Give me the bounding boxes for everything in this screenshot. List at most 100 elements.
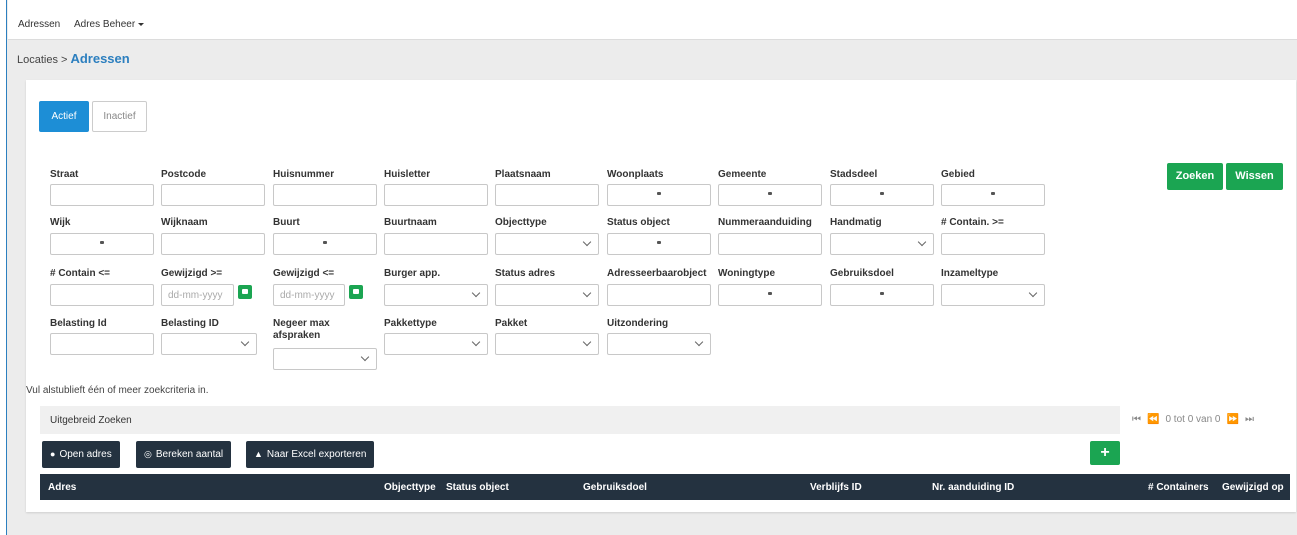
chevron-down-icon — [240, 337, 250, 347]
export-icon: ▲ — [254, 449, 263, 459]
label-status-object: Status object — [607, 217, 670, 228]
column-status-object[interactable]: Status object — [446, 482, 509, 493]
postcode-input[interactable] — [161, 184, 265, 206]
chevron-down-icon — [582, 337, 592, 347]
breadcrumb-parent[interactable]: Locaties > — [17, 54, 67, 66]
chevron-down-icon — [471, 337, 481, 347]
bereken-aantal-label: Bereken aantal — [155, 449, 224, 460]
straat-input[interactable] — [50, 184, 154, 206]
dropdown-marker-icon — [880, 292, 884, 295]
column-gewijzigd-op[interactable]: Gewijzigd op — [1222, 482, 1284, 493]
handmatig-select[interactable] — [830, 233, 934, 255]
plaatsnaam-input[interactable] — [495, 184, 599, 206]
top-navigation: Adressen Adres Beheer — [8, 0, 1297, 40]
dropdown-marker-icon — [323, 241, 327, 244]
status-object-select[interactable] — [607, 233, 711, 255]
objecttype-select[interactable] — [495, 233, 599, 255]
label-straat: Straat — [50, 169, 79, 180]
calendar-icon[interactable] — [349, 285, 363, 299]
belasting-id-select[interactable] — [161, 333, 257, 355]
gewijzigd-gte-date[interactable]: dd-mm-yyyy — [161, 284, 234, 306]
nav-adressen[interactable]: Adressen — [18, 19, 60, 30]
label-contain-lte: # Contain <= — [50, 268, 111, 279]
bereken-aantal-button[interactable]: ◎ Bereken aantal — [136, 441, 232, 468]
woningtype-select[interactable] — [718, 284, 822, 306]
pakket-select[interactable] — [495, 333, 599, 355]
wijk-select[interactable] — [50, 233, 154, 255]
column-adres[interactable]: Adres — [48, 482, 76, 493]
negeer-max-afspraken-select[interactable] — [273, 348, 377, 370]
excel-export-button[interactable]: ▲ Naar Excel exporteren — [246, 441, 375, 468]
label-woningtype: Woningtype — [718, 268, 776, 279]
open-adres-label: Open adres — [59, 449, 112, 460]
wissen-button[interactable]: Wissen — [1226, 163, 1283, 190]
huisnummer-input[interactable] — [273, 184, 377, 206]
column-nr-aanduiding-id[interactable]: Nr. aanduiding ID — [932, 482, 1014, 493]
chevron-down-icon — [917, 237, 927, 247]
dropdown-marker-icon — [768, 292, 772, 295]
chevron-down-icon — [1028, 288, 1038, 298]
column-gebruiksdoel[interactable]: Gebruiksdoel — [583, 482, 647, 493]
calendar-icon[interactable] — [238, 285, 252, 299]
burger-app-select[interactable] — [384, 284, 488, 306]
label-adresseerbaarobject: Adresseerbaarobject — [607, 268, 707, 279]
label-gebied: Gebied — [941, 169, 975, 180]
nummeraanduiding-input[interactable] — [718, 233, 822, 255]
next-page-icon[interactable]: ⏩ — [1227, 414, 1239, 425]
status-adres-select[interactable] — [495, 284, 599, 306]
dropdown-marker-icon — [657, 241, 661, 244]
column-verblijfs-id[interactable]: Verblijfs ID — [810, 482, 862, 493]
adresseerbaarobject-input[interactable] — [607, 284, 711, 306]
label-inzameltype: Inzameltype — [941, 268, 999, 279]
contain-gte-input[interactable] — [941, 233, 1045, 255]
zoeken-button[interactable]: Zoeken — [1167, 163, 1223, 190]
add-button[interactable]: + — [1090, 441, 1120, 465]
label-wijk: Wijk — [50, 217, 71, 228]
tab-inactief[interactable]: Inactief — [92, 101, 147, 132]
label-negeer-max-line1: Negeer max — [273, 318, 330, 329]
label-buurt: Buurt — [273, 217, 300, 228]
open-adres-button[interactable]: ● Open adres — [42, 441, 120, 468]
column-objecttype[interactable]: Objecttype — [384, 482, 436, 493]
gebruiksdoel-select[interactable] — [830, 284, 934, 306]
dropdown-marker-icon — [991, 192, 995, 195]
label-woonplaats: Woonplaats — [607, 169, 664, 180]
label-postcode: Postcode — [161, 169, 207, 180]
last-page-icon[interactable]: ⏭ — [1245, 414, 1254, 425]
contain-lte-input[interactable] — [50, 284, 154, 306]
inzameltype-select[interactable] — [941, 284, 1045, 306]
stadsdeel-select[interactable] — [830, 184, 934, 206]
page-title: Adressen — [70, 51, 130, 66]
gebied-select[interactable] — [941, 184, 1045, 206]
label-objecttype: Objecttype — [495, 217, 547, 228]
label-huisnummer: Huisnummer — [273, 169, 335, 180]
label-nummeraanduiding: Nummeraanduiding — [718, 217, 812, 228]
woonplaats-select[interactable] — [607, 184, 711, 206]
belasting-id-input[interactable] — [50, 333, 154, 355]
label-status-adres: Status adres — [495, 268, 556, 279]
uitgebreid-zoeken-label: Uitgebreid Zoeken — [50, 415, 132, 426]
chevron-down-icon — [471, 288, 481, 298]
huisletter-input[interactable] — [384, 184, 488, 206]
buurt-select[interactable] — [273, 233, 377, 255]
nav-adres-beheer-label: Adres Beheer — [74, 19, 136, 30]
uitzondering-select[interactable] — [607, 333, 711, 355]
tab-actief[interactable]: Actief — [39, 101, 89, 132]
label-pakkettype: Pakkettype — [384, 318, 437, 329]
dropdown-marker-icon — [100, 241, 104, 244]
label-gewijzigd-lte: Gewijzigd <= — [273, 268, 335, 279]
buurtnaam-input[interactable] — [384, 233, 488, 255]
pakkettype-select[interactable] — [384, 333, 488, 355]
column-containers[interactable]: # Containers — [1148, 482, 1209, 493]
first-page-icon[interactable]: ⏮ — [1132, 414, 1141, 425]
label-belasting-id: Belasting Id — [50, 318, 107, 329]
nav-adres-beheer[interactable]: Adres Beheer — [74, 19, 145, 30]
prev-page-icon[interactable]: ⏪ — [1147, 414, 1159, 425]
label-burger-app: Burger app. — [384, 268, 441, 279]
wijknaam-input[interactable] — [161, 233, 265, 255]
label-gebruiksdoel: Gebruiksdoel — [830, 268, 894, 279]
uitgebreid-zoeken-toggle[interactable]: Uitgebreid Zoeken — [40, 406, 1120, 434]
eye-icon: ● — [50, 449, 56, 459]
gemeente-select[interactable] — [718, 184, 822, 206]
gewijzigd-lte-date[interactable]: dd-mm-yyyy — [273, 284, 345, 306]
